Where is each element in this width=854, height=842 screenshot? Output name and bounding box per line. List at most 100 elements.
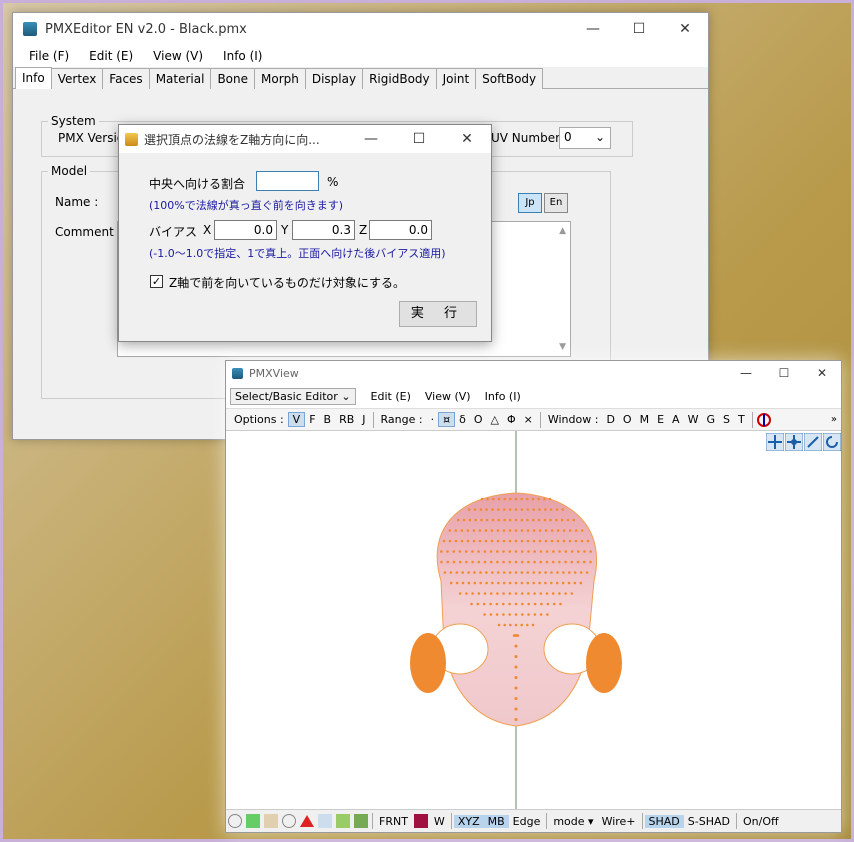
- tab-faces[interactable]: Faces: [102, 68, 150, 89]
- tab-bone[interactable]: Bone: [210, 68, 255, 89]
- view-maximize-button[interactable]: ☐: [765, 361, 803, 385]
- lang-en-button[interactable]: En: [544, 193, 568, 213]
- range-label: Range :: [380, 413, 423, 426]
- tab-display[interactable]: Display: [304, 68, 364, 89]
- pmx-view-window: PMXView — ☐ ✕ Select/Basic Editor ⌄ Edit…: [225, 360, 842, 833]
- gizmo-icon[interactable]: [756, 412, 772, 428]
- app-icon: [23, 22, 37, 36]
- window-s[interactable]: S: [719, 413, 734, 426]
- tab-info[interactable]: Info: [15, 67, 52, 89]
- options-toolbar: Options : V F B RB J Range : · ¤ δ O △ Φ…: [226, 409, 841, 431]
- range-phi[interactable]: Φ: [503, 413, 520, 426]
- record-icon[interactable]: [228, 814, 242, 828]
- wire-button[interactable]: W: [430, 815, 449, 828]
- warning-triangle-icon[interactable]: [300, 815, 314, 827]
- dialog-close-button[interactable]: ✕: [443, 125, 491, 153]
- dialog-maximize-button[interactable]: ☐: [395, 125, 443, 153]
- window-w[interactable]: W: [684, 413, 703, 426]
- option-b[interactable]: B: [320, 413, 336, 426]
- option-j[interactable]: J: [358, 413, 369, 426]
- tab-morph[interactable]: Morph: [254, 68, 306, 89]
- uv-number-label: UV Number :: [491, 131, 568, 145]
- range-box[interactable]: ¤: [438, 412, 456, 427]
- bias-label: バイアス: [149, 225, 198, 239]
- menu-file[interactable]: File (F): [19, 49, 79, 63]
- bone-tool-icon[interactable]: [354, 814, 368, 828]
- window-d[interactable]: D: [602, 413, 618, 426]
- mode-dropdown-value: Select/Basic Editor: [235, 390, 338, 403]
- front-view-button[interactable]: FRNT: [375, 815, 412, 828]
- center-ratio-input[interactable]: [256, 171, 319, 191]
- menu-info[interactable]: Info (I): [213, 49, 272, 63]
- window-t[interactable]: T: [734, 413, 749, 426]
- uv-number-select[interactable]: 0 ⌄: [559, 127, 611, 149]
- range-triangle[interactable]: △: [487, 413, 503, 426]
- onoff-button[interactable]: On/Off: [739, 815, 783, 828]
- maximize-button[interactable]: ☐: [616, 13, 662, 45]
- center-ratio-label: 中央へ向ける割合: [149, 177, 246, 191]
- edge-button[interactable]: Edge: [509, 815, 545, 828]
- option-v[interactable]: V: [287, 412, 306, 427]
- bias-x-input[interactable]: 0.0: [214, 220, 277, 240]
- s-shad-button[interactable]: S-SHAD: [684, 815, 734, 828]
- close-button[interactable]: ✕: [662, 13, 708, 45]
- blue-tool-icon[interactable]: [318, 814, 332, 828]
- view-menu-info[interactable]: Info (I): [478, 390, 528, 403]
- 3d-viewport[interactable]: [226, 431, 841, 809]
- menu-edit[interactable]: Edit (E): [79, 49, 143, 63]
- z-front-checkbox[interactable]: ✓: [150, 275, 163, 288]
- bias-y-input[interactable]: 0.3: [292, 220, 355, 240]
- target-icon[interactable]: [282, 814, 296, 828]
- view-menubar: Select/Basic Editor ⌄ Edit (E) View (V) …: [226, 385, 841, 409]
- minimize-button[interactable]: —: [570, 13, 616, 45]
- view-close-button[interactable]: ✕: [803, 361, 841, 385]
- view-menu-edit[interactable]: Edit (E): [364, 390, 418, 403]
- window-g[interactable]: G: [702, 413, 719, 426]
- window-o[interactable]: O: [619, 413, 636, 426]
- color-swatch-icon[interactable]: [413, 814, 428, 828]
- range-delta[interactable]: δ: [455, 413, 470, 426]
- tab-joint[interactable]: Joint: [435, 68, 477, 89]
- window-a[interactable]: A: [668, 413, 684, 426]
- lang-jp-button[interactable]: Jp: [518, 193, 542, 213]
- mode-dropdown[interactable]: Select/Basic Editor ⌄: [230, 388, 356, 405]
- view-minimize-button[interactable]: —: [727, 361, 765, 385]
- options-label: Options :: [234, 413, 284, 426]
- green-tool-icon[interactable]: [246, 814, 260, 828]
- dialog-titlebar: 選択頂点の法線をZ軸方向に向... — ☐ ✕: [119, 125, 491, 153]
- editor-title: PMXEditor EN v2.0 - Black.pmx: [45, 21, 247, 37]
- z-front-checkbox-label: Z軸で前を向いているものだけ対象にする。: [169, 276, 405, 290]
- option-f[interactable]: F: [305, 413, 319, 426]
- scroll-down-icon[interactable]: ▼: [559, 342, 566, 352]
- option-rb[interactable]: RB: [335, 413, 358, 426]
- tab-rigidbody[interactable]: RigidBody: [362, 68, 437, 89]
- tab-vertex[interactable]: Vertex: [50, 68, 104, 89]
- range-point[interactable]: ·: [427, 413, 439, 426]
- wire-plus-button[interactable]: Wire+: [598, 815, 640, 828]
- range-cross[interactable]: ×: [520, 413, 537, 426]
- dialog-minimize-button[interactable]: —: [347, 125, 395, 153]
- toolbar-overflow[interactable]: »: [827, 414, 841, 425]
- mode-menu-button[interactable]: mode ▾: [549, 815, 597, 828]
- mb-button[interactable]: MB: [483, 814, 509, 828]
- shad-button[interactable]: SHAD: [644, 814, 684, 828]
- execute-button[interactable]: 実 行: [399, 301, 477, 327]
- leaf-icon[interactable]: [336, 814, 350, 828]
- view-app-icon: [232, 367, 243, 379]
- range-circle[interactable]: O: [470, 413, 487, 426]
- scroll-up-icon[interactable]: ▲: [559, 226, 566, 236]
- xyz-button[interactable]: XYZ: [453, 814, 484, 828]
- window-label: Window :: [547, 413, 599, 426]
- dialog-icon: [125, 132, 138, 146]
- menu-view[interactable]: View (V): [143, 49, 213, 63]
- tab-softbody[interactable]: SoftBody: [475, 68, 544, 89]
- view-statusbar: FRNT W XYZ MB Edge mode ▾ Wire+ SHAD S-S…: [226, 809, 841, 832]
- ratio-note: (100%で法線が真っ直ぐ前を向きます): [149, 199, 344, 212]
- box-tool-icon[interactable]: [264, 814, 278, 828]
- comment-label: Comment :: [55, 225, 122, 239]
- tab-material[interactable]: Material: [148, 68, 212, 89]
- window-m[interactable]: M: [636, 413, 654, 426]
- window-e[interactable]: E: [653, 413, 668, 426]
- bias-z-input[interactable]: 0.0: [369, 220, 432, 240]
- view-menu-view[interactable]: View (V): [418, 390, 478, 403]
